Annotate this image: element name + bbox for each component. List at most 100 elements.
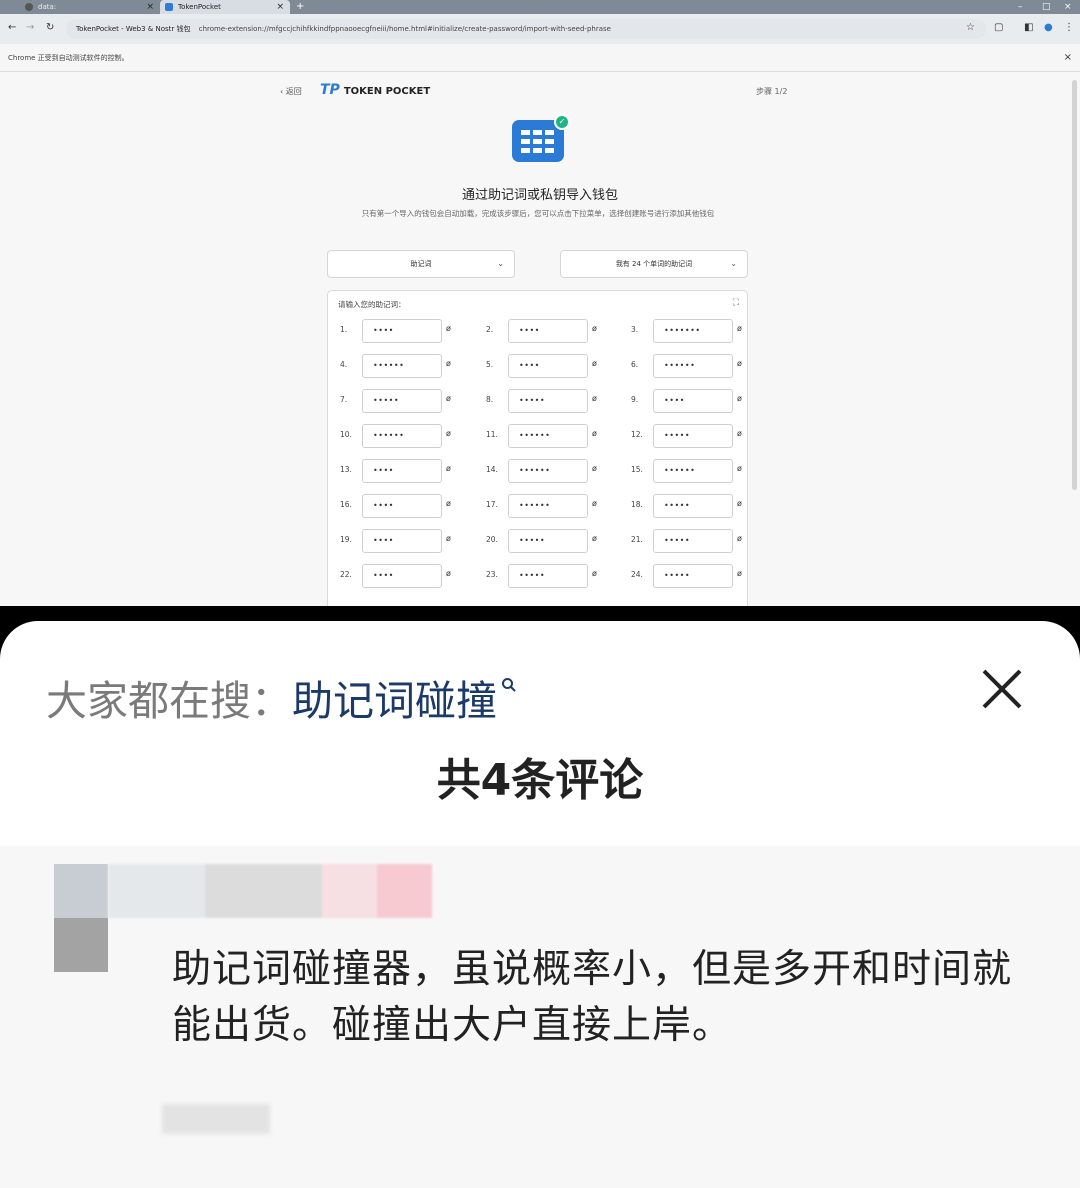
seed-word-input[interactable]: ••••• [362, 389, 442, 413]
seed-word-input[interactable]: •••• [508, 354, 588, 378]
eye-slash-icon[interactable]: ø [592, 324, 597, 333]
seed-word-number: 3. [631, 325, 639, 334]
eye-slash-icon[interactable]: ø [446, 394, 451, 403]
close-icon[interactable] [980, 667, 1024, 711]
eye-slash-icon[interactable]: ø [737, 359, 742, 368]
seed-word-input[interactable]: •••• [653, 389, 733, 413]
menu-icon[interactable]: ⋮ [1064, 22, 1074, 33]
close-tab-icon[interactable]: × [146, 0, 154, 14]
seed-word-input[interactable]: ••••• [508, 529, 588, 553]
eye-slash-icon[interactable]: ø [592, 499, 597, 508]
scrollbar[interactable] [1072, 80, 1077, 490]
scan-icon[interactable]: ⛶ [733, 298, 739, 308]
eye-slash-icon[interactable]: ø [592, 534, 597, 543]
eye-slash-icon[interactable]: ø [737, 499, 742, 508]
automation-infobar: Chrome 正受到自动测试软件的控制。 × [0, 44, 1080, 72]
seed-word-number: 11. [486, 430, 498, 439]
eye-slash-icon[interactable]: ø [592, 569, 597, 578]
eye-slash-icon[interactable]: ø [446, 569, 451, 578]
seed-word-input[interactable]: •••••• [653, 459, 733, 483]
seed-word-number: 21. [631, 535, 643, 544]
seed-word-input[interactable]: •••••• [508, 494, 588, 518]
eye-slash-icon[interactable]: ø [737, 324, 742, 333]
extension-page: ‹ 返回 TP TOKEN POCKET 步骤 1/2 ✓ 通过助记词或私钥导入钱… [0, 72, 1080, 606]
new-tab-icon[interactable]: + [296, 0, 304, 14]
seed-word-input[interactable]: •••• [362, 319, 442, 343]
tab-label: data: [38, 3, 57, 11]
seed-word-number: 12. [631, 430, 643, 439]
seed-word-input[interactable]: •••••• [508, 459, 588, 483]
maximize-icon[interactable]: □ [1042, 0, 1051, 14]
seed-word-input[interactable]: •••••• [508, 424, 588, 448]
word-count-select[interactable]: 我有 24 个单词的助记词 ⌄ [560, 250, 748, 278]
seed-word-number: 6. [631, 360, 639, 369]
seed-word-number: 17. [486, 500, 498, 509]
seed-word-input[interactable]: •••••• [362, 354, 442, 378]
eye-slash-icon[interactable]: ø [737, 429, 742, 438]
comment-text: 助记词碰撞器，虽说概率小，但是多开和时间就能出货。碰撞出大户直接上岸。 [172, 947, 1013, 1048]
seed-word-input[interactable]: •••• [362, 459, 442, 483]
check-badge-icon: ✓ [554, 114, 570, 130]
seed-word-input[interactable]: •••••• [653, 354, 733, 378]
seed-word-number: 14. [486, 465, 498, 474]
extensions-icon[interactable]: ▢ [994, 22, 1003, 33]
seed-phrase-icon: ✓ [512, 114, 570, 162]
seed-word-input[interactable]: ••••••• [653, 319, 733, 343]
back-label: 返回 [285, 87, 302, 96]
import-type-select[interactable]: 助记词 ⌄ [327, 250, 515, 278]
eye-slash-icon[interactable]: ø [446, 324, 451, 333]
seed-word-number: 16. [340, 500, 352, 509]
seed-word-input[interactable]: ••••• [653, 494, 733, 518]
eye-slash-icon[interactable]: ø [737, 464, 742, 473]
reload-icon[interactable]: ↻ [46, 22, 54, 33]
eye-slash-icon[interactable]: ø [737, 394, 742, 403]
eye-slash-icon[interactable]: ø [446, 429, 451, 438]
seed-word-number: 7. [340, 395, 348, 404]
eye-slash-icon[interactable]: ø [446, 499, 451, 508]
bookmark-star-icon[interactable]: ☆ [966, 22, 975, 33]
seed-word-input[interactable]: ••••• [653, 564, 733, 588]
eye-slash-icon[interactable]: ø [592, 394, 597, 403]
profile-icon[interactable]: ● [1044, 22, 1053, 33]
seed-word-input[interactable]: •••• [362, 529, 442, 553]
eye-slash-icon[interactable]: ø [737, 569, 742, 578]
seed-word-number: 4. [340, 360, 348, 369]
avatar[interactable] [54, 864, 108, 972]
seed-word-input[interactable]: ••••• [653, 424, 733, 448]
chevron-down-icon: ⌄ [497, 259, 504, 268]
trending-search[interactable]: 大家都在搜：助记词碰撞 [46, 673, 516, 729]
seed-word-input[interactable]: ••••• [508, 564, 588, 588]
url-field[interactable]: TokenPocket - Web3 & Nostr 钱包 chrome-ext… [66, 19, 986, 39]
eye-slash-icon[interactable]: ø [737, 534, 742, 543]
seed-phrase-panel: 请输入您的助记词： ⛶ 1. •••• ø 2. •••• ø 3. ••••••• ø 4. ••… [327, 290, 748, 606]
eye-slash-icon[interactable]: ø [446, 534, 451, 543]
back-link[interactable]: ‹ 返回 [280, 86, 302, 97]
eye-slash-icon[interactable]: ø [446, 464, 451, 473]
seed-word-input[interactable]: •••• [508, 319, 588, 343]
back-arrow-icon[interactable]: ← [8, 22, 16, 33]
step-indicator: 步骤 1/2 [756, 87, 788, 96]
minimize-icon[interactable]: – [1018, 0, 1023, 14]
eye-slash-icon[interactable]: ø [592, 359, 597, 368]
tab-data[interactable]: data: × [20, 0, 160, 14]
seed-word-input[interactable]: ••••• [653, 529, 733, 553]
close-tab-icon[interactable]: × [276, 0, 284, 14]
comment-count-title: 共4条评论 [436, 755, 644, 806]
sidebar-icon[interactable]: ◧ [1024, 22, 1033, 33]
eye-slash-icon[interactable]: ø [446, 359, 451, 368]
window-close-icon[interactable]: × [1064, 0, 1072, 14]
seed-word-input[interactable]: ••••• [508, 389, 588, 413]
forward-arrow-icon[interactable]: → [26, 22, 34, 33]
seed-word-input[interactable]: •••• [362, 564, 442, 588]
seed-word-input[interactable]: •••••• [362, 424, 442, 448]
eye-slash-icon[interactable]: ø [592, 429, 597, 438]
tokenpocket-logo: TP TOKEN POCKET [320, 82, 430, 98]
tab-tokenpocket[interactable]: TokenPocket × [160, 0, 290, 14]
seed-word-number: 5. [486, 360, 494, 369]
comments-sheet: 大家都在搜：助记词碰撞 共4条评论 助记词碰撞器，虽说概率小，但是多开和时间就能… [0, 621, 1080, 1188]
trending-search-term[interactable]: 助记词碰撞 [292, 677, 497, 725]
seed-word-input[interactable]: •••• [362, 494, 442, 518]
url-site: TokenPocket - Web3 & Nostr 钱包 [76, 25, 191, 33]
eye-slash-icon[interactable]: ø [592, 464, 597, 473]
infobar-close-icon[interactable]: × [1064, 44, 1072, 72]
